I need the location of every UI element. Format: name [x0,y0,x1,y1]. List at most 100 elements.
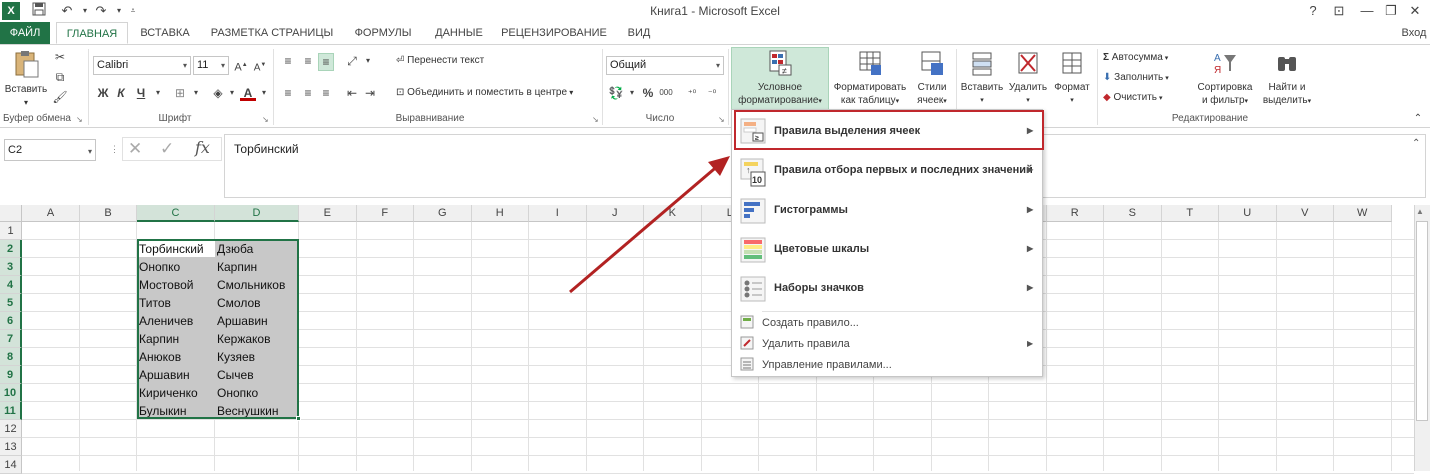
ribbon-display-icon[interactable]: ⊡ [1328,2,1350,20]
row-header-14[interactable]: 14 [0,456,22,474]
row-header-3[interactable]: 3 [0,258,22,276]
close-icon[interactable]: ✕ [1404,2,1426,20]
merge-center-button[interactable]: ⊡ Объединить и поместить в центре ▾ [396,86,573,100]
menu-action-manage-rules[interactable]: Управление правилами... [732,357,1042,375]
italic-button[interactable]: К [113,85,129,101]
row-header-8[interactable]: 8 [0,348,22,366]
font-color-dropdown-icon[interactable]: ▾ [256,85,272,101]
menu-action-clear-rules[interactable]: Удалить правила ▶ [732,336,1042,354]
paste-button[interactable]: Вставить ▾ [4,49,48,109]
menu-item-color-scales[interactable]: Цветовые шкалы ▶ [732,237,1042,263]
cancel-icon[interactable]: ✕ [128,139,142,159]
tab-review[interactable]: РЕЦЕНЗИРОВАНИЕ [496,22,612,44]
column-header-V[interactable]: V [1276,205,1334,222]
bold-button[interactable]: Ж [95,85,111,101]
fill-button[interactable]: ⬇ Заполнить ▾ [1103,71,1169,86]
column-header-T[interactable]: T [1161,205,1219,222]
format-as-table-button[interactable]: Форматировать как таблицу▾ [830,49,910,108]
clipboard-launcher-icon[interactable]: ↘ [76,115,83,124]
fill-color-dropdown-icon[interactable]: ▾ [224,85,240,101]
cut-icon[interactable]: ✂ [52,49,68,65]
number-launcher-icon[interactable]: ↘ [718,115,725,124]
increase-decimal-icon[interactable]: ⁺⁰ [684,85,700,101]
column-header-A[interactable]: A [22,205,80,222]
row-header-11[interactable]: 11 [0,402,22,420]
collapse-ribbon-icon[interactable]: ⌃ [1410,111,1426,127]
align-middle-icon[interactable]: ≡ [300,53,316,69]
tab-view[interactable]: ВИД [618,22,660,44]
format-painter-icon[interactable]: 🖌 [52,89,68,105]
increase-indent-icon[interactable]: ⇥ [362,85,378,101]
align-center-icon[interactable]: ≡ [300,85,316,101]
column-header-F[interactable]: F [356,205,414,222]
fill-handle[interactable] [296,416,301,421]
orientation-icon[interactable]: ⤢ [344,53,360,69]
delete-cells-button[interactable]: Удалить ▾ [1006,49,1050,107]
insert-function-icon[interactable]: fx [195,138,210,157]
currency-icon[interactable]: 💱 [608,85,624,101]
align-top-icon[interactable]: ≡ [280,53,296,69]
grow-font-icon[interactable]: A▲ [233,57,249,76]
align-right-icon[interactable]: ≡ [318,85,334,101]
font-name-select[interactable]: Calibri ▾ [93,56,191,75]
tab-data[interactable]: ДАННЫЕ [426,22,492,44]
scroll-thumb[interactable] [1416,221,1428,421]
restore-icon[interactable]: ❐ [1380,2,1402,20]
font-color-icon[interactable]: A [240,85,256,101]
menu-item-data-bars[interactable]: Гистограммы ▶ [732,198,1042,224]
insert-cells-button[interactable]: Вставить ▾ [958,49,1006,107]
sort-filter-button[interactable]: АЯ Сортировка и фильтр▾ [1192,49,1258,108]
menu-item-top-bottom-rules[interactable]: ↑ 10 Правила отбора первых и последних зн… [732,158,1042,188]
column-header-S[interactable]: S [1104,205,1162,222]
tab-file[interactable]: ФАЙЛ [0,22,50,44]
minimize-icon[interactable]: — [1356,2,1378,20]
row-header-4[interactable]: 4 [0,276,22,294]
column-header-C[interactable]: C [137,205,215,222]
row-header-7[interactable]: 7 [0,330,22,348]
column-header-H[interactable]: H [471,205,529,222]
row-header-9[interactable]: 9 [0,366,22,384]
shrink-font-icon[interactable]: A▼ [252,57,268,76]
find-select-button[interactable]: Найти и выделить▾ [1258,49,1316,108]
tab-page-layout[interactable]: РАЗМЕТКА СТРАНИЦЫ [204,22,340,44]
borders-dropdown-icon[interactable]: ▾ [188,85,204,101]
row-header-1[interactable]: 1 [0,222,22,240]
font-size-select[interactable]: 11 ▾ [193,56,229,75]
font-launcher-icon[interactable]: ↘ [262,115,269,124]
format-cells-button[interactable]: Формат ▾ [1050,49,1094,107]
menu-action-new-rule[interactable]: Создать правило... [732,315,1042,333]
column-header-W[interactable]: W [1334,205,1392,222]
menu-item-icon-sets[interactable]: Наборы значков ▶ [732,276,1042,302]
name-box[interactable]: C2 ▾ [4,139,96,161]
align-bottom-icon[interactable]: ≡ [318,53,334,71]
wrap-text-button[interactable]: ⏎ Перенести текст [396,54,484,68]
help-icon[interactable]: ? [1302,2,1324,20]
collapse-formula-icon[interactable]: ⌃ [1412,138,1420,149]
number-format-select[interactable]: Общий ▾ [606,56,724,75]
column-header-E[interactable]: E [299,205,357,222]
clear-button[interactable]: ◆ Очистить ▾ [1103,91,1162,106]
borders-icon[interactable]: ⊞ [172,85,188,101]
cell-styles-button[interactable]: Стили ячеек▾ [910,49,954,108]
column-header-B[interactable]: B [80,205,137,222]
currency-dropdown-icon[interactable]: ▾ [624,85,640,101]
select-all-corner[interactable] [0,205,22,222]
row-header-13[interactable]: 13 [0,438,22,456]
row-header-12[interactable]: 12 [0,420,22,438]
underline-dropdown-icon[interactable]: ▾ [150,85,166,101]
row-header-5[interactable]: 5 [0,294,22,312]
enter-icon[interactable]: ✓ [160,139,174,159]
row-header-6[interactable]: 6 [0,312,22,330]
copy-icon[interactable]: ⧉ [52,69,68,85]
alignment-launcher-icon[interactable]: ↘ [592,115,599,124]
column-header-U[interactable]: U [1219,205,1277,222]
autosum-button[interactable]: Σ Автосумма ▾ [1103,51,1168,66]
tab-insert[interactable]: ВСТАВКА [134,22,196,44]
signin-link[interactable]: Вход [1398,22,1430,44]
menu-item-highlight-rules[interactable]: ≥ Правила выделения ячеек ▶ [732,118,1042,144]
column-header-R[interactable]: R [1046,205,1104,222]
align-left-icon[interactable]: ≡ [280,85,296,101]
underline-button[interactable]: Ч [133,85,149,101]
percent-button[interactable]: % [640,85,656,101]
thousands-button[interactable]: 000 [656,85,676,101]
